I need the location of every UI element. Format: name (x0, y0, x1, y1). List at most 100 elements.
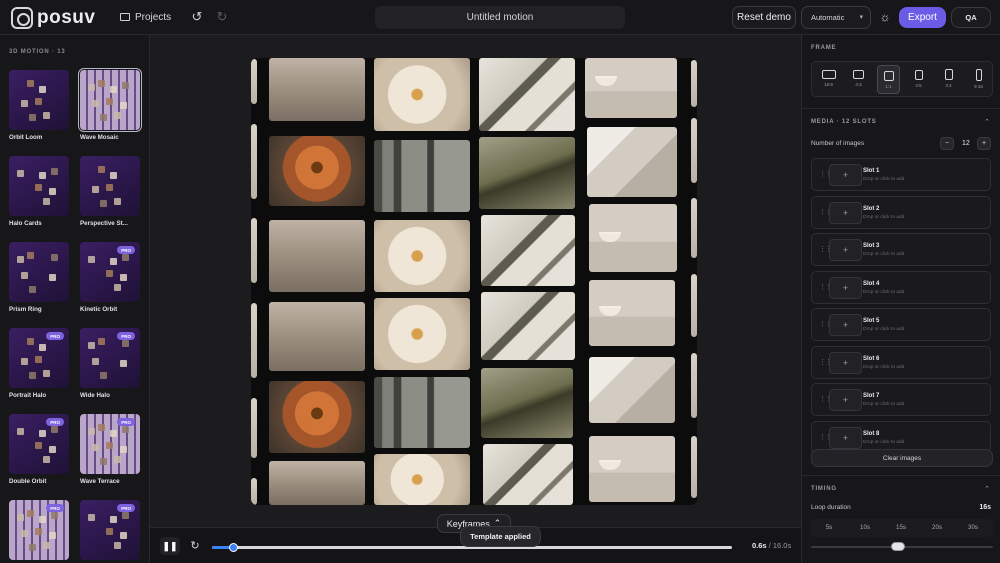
pro-badge: PRO (46, 504, 64, 512)
aspect-label: 4:3 (855, 82, 862, 87)
qa-button[interactable]: QA (951, 7, 991, 28)
template-card[interactable]: Halo Cards (9, 156, 69, 227)
add-media-icon[interactable]: + (829, 164, 862, 186)
projects-button[interactable]: Projects (114, 8, 177, 26)
aspect-option[interactable]: 3:4 (937, 65, 960, 94)
pro-badge: PRO (117, 504, 135, 512)
photo-bowl (589, 280, 675, 346)
template-card[interactable]: PRO Wide Halo (80, 328, 140, 399)
loop-duration-value: 16s (979, 504, 991, 511)
aspect-option[interactable]: 1:1 (877, 65, 900, 94)
chevron-up-icon[interactable]: ⌃ (984, 485, 990, 493)
aspect-ratio-picker: 16:9 4:3 1:1 4:5 3:4 9:16 (811, 61, 993, 97)
duration-option[interactable]: 15s (883, 519, 919, 537)
template-card[interactable]: PRO (80, 500, 140, 563)
reset-demo-button[interactable]: Reset demo (732, 6, 796, 29)
slot-title: Slot 8 (863, 430, 880, 437)
settings-panel: FRAME 16:9 4:3 1:1 4:5 3:4 9:16 MEDIA · 12 SL… (801, 35, 1000, 563)
time-readout: 0.6s / 16.0s (752, 541, 791, 550)
photo-leaf-shadow (481, 292, 575, 360)
template-card[interactable]: Wave Mosaic (78, 68, 142, 141)
duration-presets: 5s 10s 15s 20s 30s (811, 519, 993, 537)
folder-icon (120, 13, 130, 21)
aspect-option[interactable]: 4:3 (847, 65, 870, 94)
template-card[interactable]: Perspective St... (80, 156, 140, 227)
add-media-icon[interactable]: + (829, 276, 862, 299)
pro-badge: PRO (117, 246, 135, 254)
add-media-icon[interactable]: + (829, 389, 862, 411)
photo-peony (374, 454, 470, 505)
template-card[interactable]: PRO Kinetic Orbit (80, 242, 140, 313)
restart-icon[interactable]: ↻ (186, 537, 204, 555)
duration-slider-handle[interactable] (891, 542, 906, 551)
slot-hint: Drop or click to add (863, 364, 905, 370)
template-label: Wide Halo (80, 392, 110, 399)
template-thumbnail: PRO (80, 500, 140, 560)
slot-hint: Drop or click to add (863, 214, 905, 220)
pro-badge: PRO (117, 418, 135, 426)
template-label: Wave Terrace (80, 478, 120, 485)
aspect-option[interactable]: 4:5 (907, 65, 930, 94)
aspect-shape-icon (944, 69, 953, 80)
add-media-icon[interactable]: + (829, 239, 862, 261)
logo-mark-icon (11, 7, 33, 29)
aspect-shape-icon (853, 70, 864, 79)
media-slot[interactable]: ⋮⋮ + Slot 5 Drop or click to add (811, 308, 991, 341)
template-card[interactable]: PRO Double Orbit (9, 414, 69, 485)
duration-option[interactable]: 5s (811, 519, 847, 537)
aspect-option[interactable]: 9:16 (967, 65, 990, 94)
mode-select[interactable]: Automatic ▾ (801, 6, 871, 29)
slot-title: Slot 4 (863, 280, 880, 287)
template-card[interactable]: Prism Ring (9, 242, 69, 313)
media-slot[interactable]: ⋮⋮ + Slot 2 Drop or click to add (811, 195, 991, 229)
photo-olive (479, 137, 575, 209)
template-sidebar: 3D MOTION · 13 Orbit Loom Wave Mosaic Halo… (0, 35, 150, 563)
add-media-icon[interactable]: + (829, 314, 862, 336)
sun-icon[interactable]: ☼ (876, 8, 894, 26)
aspect-shape-icon (821, 70, 836, 79)
template-card[interactable]: PRO Wave Terrace (80, 414, 140, 485)
clear-images-button[interactable]: Clear images (811, 449, 993, 467)
template-card[interactable]: PRO Portrait Halo (9, 328, 69, 399)
photo-leaf-shadow (479, 58, 575, 131)
redo-icon[interactable]: ↻ (214, 9, 230, 25)
media-slot[interactable]: ⋮⋮ + Slot 6 Drop or click to add (811, 345, 991, 379)
photo-grass (269, 302, 365, 371)
template-thumbnail: PRO (80, 242, 140, 302)
media-section-title: MEDIA · 12 SLOTS (811, 119, 877, 125)
decrement-button[interactable]: − (940, 137, 954, 150)
add-media-icon[interactable]: + (829, 201, 862, 224)
preview-canvas[interactable] (251, 58, 697, 505)
template-thumbnail (9, 156, 69, 216)
duration-option[interactable]: 10s (847, 519, 883, 537)
media-slot[interactable]: ⋮⋮ + Slot 4 Drop or click to add (811, 270, 991, 304)
pause-icon[interactable]: ❚❚ (160, 537, 180, 555)
template-label: Double Orbit (9, 478, 47, 485)
chevron-down-icon: ▾ (859, 14, 863, 21)
add-media-icon[interactable]: + (829, 351, 862, 374)
logo[interactable]: posuv (11, 7, 95, 29)
export-button[interactable]: Export (899, 7, 946, 28)
template-card[interactable]: PRO (9, 500, 69, 563)
media-slot[interactable]: ⋮⋮ + Slot 1 Drop or click to add (811, 158, 991, 191)
number-of-images-label: Number of images (811, 140, 865, 147)
duration-slider[interactable] (811, 542, 993, 551)
section-title: 3D MOTION · 13 (9, 49, 66, 55)
document-title[interactable]: Untitled motion (375, 6, 625, 29)
add-media-icon[interactable]: + (829, 426, 862, 449)
duration-option[interactable]: 30s (955, 519, 991, 537)
aspect-option[interactable]: 16:9 (817, 65, 840, 94)
slot-title: Slot 2 (863, 205, 880, 212)
chevron-up-icon[interactable]: ⌃ (984, 118, 990, 126)
media-slot[interactable]: ⋮⋮ + Slot 7 Drop or click to add (811, 383, 991, 416)
photo-wall (589, 357, 675, 423)
duration-option[interactable]: 20s (919, 519, 955, 537)
frame-section-title: FRAME (811, 45, 837, 51)
photo-leaf-shadow (481, 215, 575, 286)
increment-button[interactable]: + (977, 137, 991, 150)
template-card[interactable]: Orbit Loom (9, 70, 69, 141)
media-slot[interactable]: ⋮⋮ + Slot 3 Drop or click to add (811, 233, 991, 266)
photo-peony (374, 58, 470, 131)
playhead-handle[interactable] (228, 543, 238, 552)
undo-icon[interactable]: ↺ (189, 9, 205, 25)
